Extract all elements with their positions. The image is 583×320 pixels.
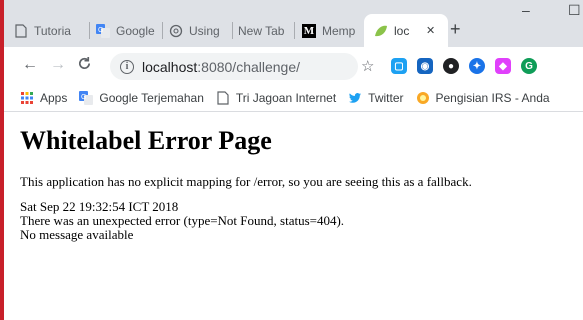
extension-icon-4[interactable]: ✦ <box>469 58 485 74</box>
document-icon <box>216 91 230 105</box>
info-icon[interactable]: i <box>120 59 134 74</box>
error-details: There was an unexpected error (type=Not … <box>20 213 345 228</box>
bookmark-tri-jagoan-internet[interactable]: Tri Jagoan Internet <box>216 91 336 105</box>
forward-arrow-icon[interactable]: → <box>50 56 66 74</box>
tab-using[interactable]: Using <box>169 14 229 47</box>
extension-icon-2[interactable]: ◉ <box>417 58 433 74</box>
twitter-icon <box>348 91 362 105</box>
google-translate-icon: G <box>96 23 110 38</box>
new-tab-button[interactable]: + <box>450 20 461 38</box>
bookmark-star-icon[interactable]: ☆ <box>361 57 374 75</box>
bookmarks-bar: Apps G Google Terjemahan Tri Jagoan Inte… <box>4 85 583 112</box>
extension-icon-6[interactable]: G <box>521 58 537 74</box>
tab-medium[interactable]: M Memp <box>302 14 362 47</box>
address-bar[interactable]: i localhost:8080/challenge/ <box>110 53 358 80</box>
tab-new-tab[interactable]: New Tab <box>238 14 294 47</box>
address-text[interactable]: localhost:8080/challenge/ <box>142 59 300 75</box>
medium-icon: M <box>302 23 316 38</box>
reload-icon[interactable] <box>77 56 92 76</box>
tab-google-translate[interactable]: G Google <box>96 14 158 47</box>
tab-close-icon[interactable]: ✕ <box>426 24 435 37</box>
back-arrow-icon[interactable]: ← <box>22 56 38 74</box>
extension-icon-1[interactable]: ▢ <box>391 58 407 74</box>
openai-icon <box>169 24 183 38</box>
tab-strip: Tutoria G Google Using New Tab M Memp lo… <box>4 0 583 47</box>
browser-toolbar: ← → i localhost:8080/challenge/ ☆ ▢ ◉ ● … <box>4 47 583 85</box>
bookmark-twitter[interactable]: Twitter <box>348 91 404 105</box>
tab-localhost-active[interactable]: loc ✕ <box>364 14 448 47</box>
google-translate-icon: G <box>79 91 94 105</box>
bookmark-apps[interactable]: Apps <box>20 91 67 105</box>
bookmark-pengisian-irs[interactable]: Pengisian IRS - Anda <box>416 91 550 105</box>
tab-tutorial[interactable]: Tutoria <box>14 14 84 47</box>
maximize-button[interactable]: ☐ <box>568 2 581 19</box>
bookmark-google-terjemahan[interactable]: G Google Terjemahan <box>79 91 204 105</box>
svg-text:G: G <box>81 94 86 101</box>
minimize-button[interactable]: – <box>522 2 530 18</box>
error-message: No message available <box>20 227 134 242</box>
document-icon <box>14 23 28 38</box>
error-description: This application has no explicit mapping… <box>20 174 472 189</box>
svg-text:G: G <box>98 27 103 34</box>
page-content: Whitelabel Error Page This application h… <box>4 112 583 320</box>
extension-icon-5[interactable]: ◆ <box>495 58 511 74</box>
error-timestamp: Sat Sep 22 19:32:54 ICT 2018 <box>20 199 179 214</box>
apps-grid-icon <box>20 91 34 105</box>
page-title: Whitelabel Error Page <box>20 126 272 155</box>
extension-icon-3[interactable]: ● <box>443 58 459 74</box>
spring-leaf-icon <box>374 24 388 38</box>
irs-icon <box>416 91 430 105</box>
